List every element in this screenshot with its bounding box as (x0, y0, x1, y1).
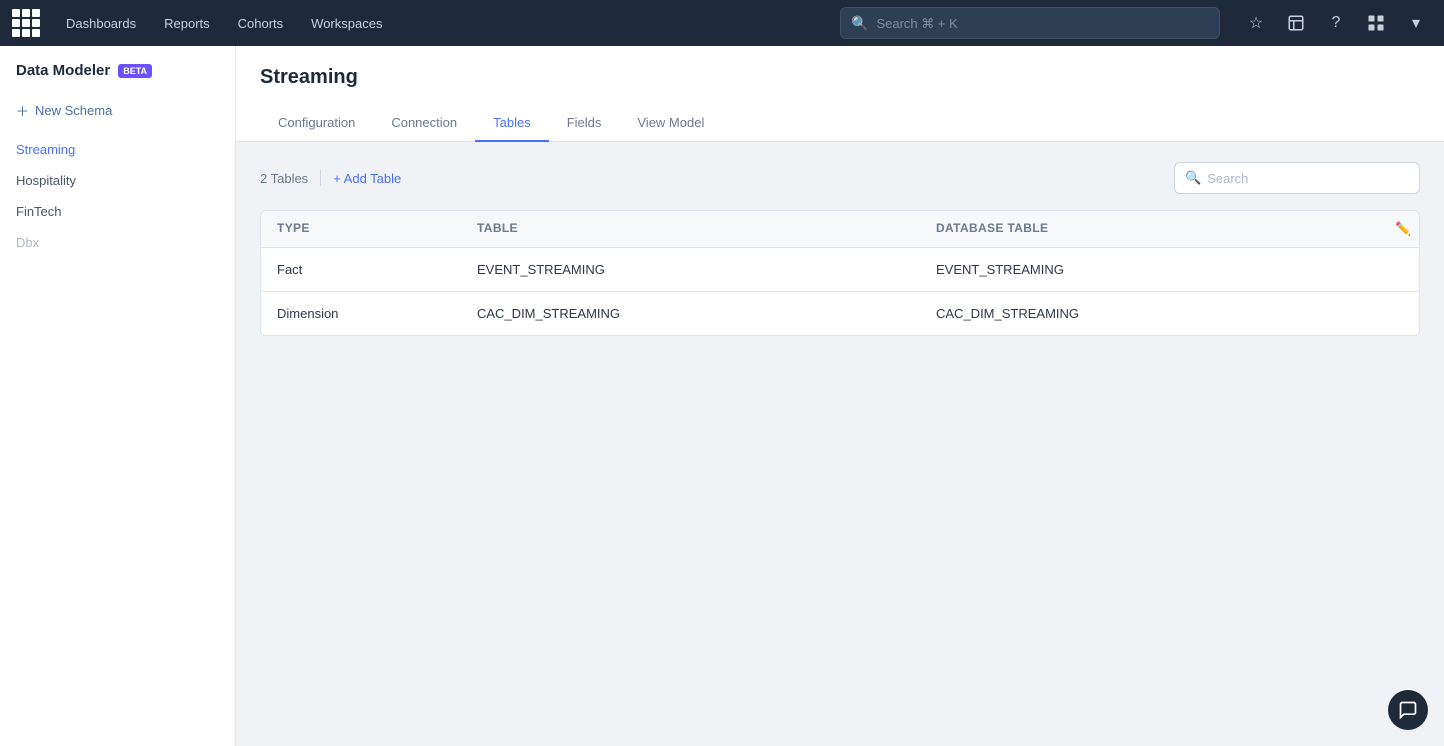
toolbar-divider (320, 170, 321, 186)
plus-icon: ＋ (16, 101, 29, 120)
sidebar-item-dbx: Dbx (0, 227, 235, 258)
top-nav: Dashboards Reports Cohorts Workspaces 🔍 … (0, 0, 1444, 46)
main-layout: Data Modeler BETA ＋ New Schema Streaming… (0, 46, 1444, 746)
tables-area: 2 Tables + Add Table 🔍 Type Table Databa… (236, 142, 1444, 356)
col-header-database-table: Database Table (920, 211, 1379, 247)
tab-fields[interactable]: Fields (549, 105, 620, 142)
global-search[interactable]: 🔍 (840, 7, 1220, 39)
tab-configuration[interactable]: Configuration (260, 105, 373, 142)
nav-workspaces[interactable]: Workspaces (301, 16, 392, 31)
chevron-down-icon[interactable]: ▾ (1400, 7, 1432, 39)
main-content: Streaming Configuration Connection Table… (236, 46, 1444, 746)
row-2-type: Dimension (261, 292, 461, 335)
row-1-type: Fact (261, 248, 461, 291)
tabs: Configuration Connection Tables Fields V… (260, 105, 1420, 141)
favorites-icon[interactable]: ☆ (1240, 7, 1272, 39)
sidebar: Data Modeler BETA ＋ New Schema Streaming… (0, 46, 236, 746)
nav-dashboards[interactable]: Dashboards (56, 16, 146, 31)
help-icon[interactable]: ? (1320, 7, 1352, 39)
table-search[interactable]: 🔍 (1174, 162, 1420, 194)
nav-reports[interactable]: Reports (154, 16, 220, 31)
col-header-type: Type (261, 211, 461, 247)
sidebar-header: Data Modeler BETA (0, 62, 235, 95)
row-2-edit[interactable] (1379, 292, 1419, 335)
tab-view-model[interactable]: View Model (619, 105, 722, 142)
nav-cohorts[interactable]: Cohorts (228, 16, 294, 31)
col-header-actions: ✏️ (1379, 211, 1419, 247)
notifications-icon[interactable] (1280, 7, 1312, 39)
search-icon: 🔍 (1185, 170, 1201, 186)
row-1-database-table: EVENT_STREAMING (920, 248, 1379, 291)
data-table: Type Table Database Table ✏️ Fact EVENT_… (260, 210, 1420, 336)
row-2-table: CAC_DIM_STREAMING (461, 292, 920, 335)
add-table-button[interactable]: + Add Table (333, 171, 401, 186)
table-row: Dimension CAC_DIM_STREAMING CAC_DIM_STRE… (261, 292, 1419, 335)
row-1-table: EVENT_STREAMING (461, 248, 920, 291)
col-header-table: Table (461, 211, 920, 247)
new-schema-button[interactable]: ＋ New Schema (0, 95, 235, 126)
beta-badge: BETA (118, 64, 152, 78)
app-switcher-icon[interactable] (1360, 7, 1392, 39)
sidebar-item-fintech[interactable]: FinTech (0, 196, 235, 227)
sidebar-item-streaming[interactable]: Streaming (0, 134, 235, 165)
table-header: Type Table Database Table ✏️ (261, 211, 1419, 248)
tables-count: 2 Tables (260, 171, 308, 186)
page-title: Streaming (260, 66, 1420, 89)
global-search-input[interactable] (876, 16, 1209, 31)
content-header: Streaming Configuration Connection Table… (236, 46, 1444, 142)
new-schema-label: New Schema (35, 103, 112, 118)
tab-connection[interactable]: Connection (373, 105, 475, 142)
nav-right-actions: ☆ ? ▾ (1240, 7, 1432, 39)
search-icon: 🔍 (851, 15, 868, 32)
chat-widget[interactable] (1388, 690, 1428, 730)
edit-icon: ✏️ (1395, 221, 1412, 236)
table-search-input[interactable] (1207, 171, 1409, 186)
table-row: Fact EVENT_STREAMING EVENT_STREAMING (261, 248, 1419, 292)
tables-toolbar: 2 Tables + Add Table 🔍 (260, 162, 1420, 194)
sidebar-title: Data Modeler (16, 62, 110, 79)
row-2-database-table: CAC_DIM_STREAMING (920, 292, 1379, 335)
tab-tables[interactable]: Tables (475, 105, 549, 142)
row-1-edit[interactable] (1379, 248, 1419, 291)
logo[interactable] (12, 9, 40, 37)
sidebar-item-hospitality[interactable]: Hospitality (0, 165, 235, 196)
